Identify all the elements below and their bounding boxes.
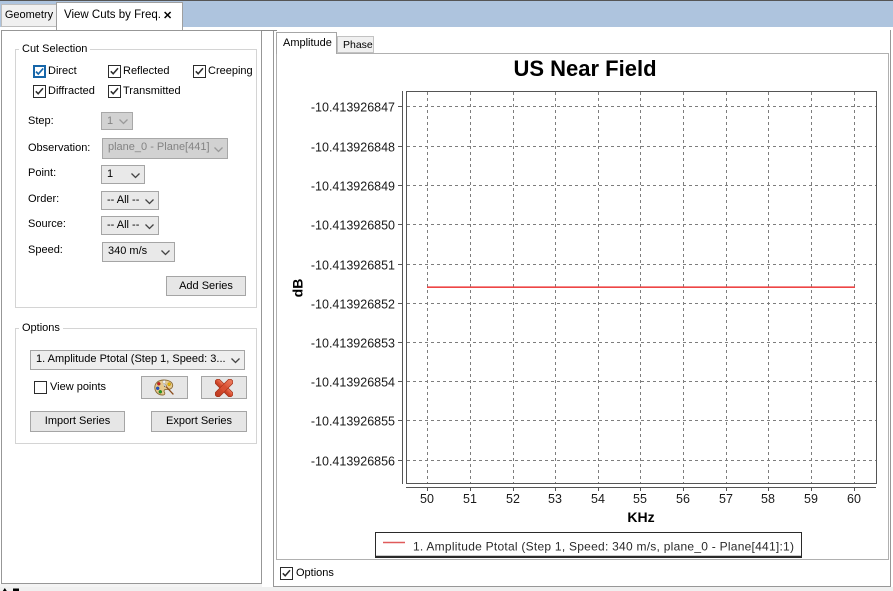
- svg-text:56: 56: [676, 492, 690, 506]
- svg-text:60: 60: [847, 492, 861, 506]
- svg-text:52: 52: [506, 492, 520, 506]
- svg-text:US Near Field: US Near Field: [513, 56, 656, 81]
- svg-text:-10.413926849: -10.413926849: [311, 180, 395, 194]
- svg-text:-10.413926851: -10.413926851: [311, 259, 395, 273]
- svg-text:58: 58: [761, 492, 775, 506]
- svg-text:-10.413926854: -10.413926854: [311, 376, 395, 390]
- svg-text:-10.413926853: -10.413926853: [311, 337, 395, 351]
- svg-text:-10.413926850: -10.413926850: [311, 219, 395, 233]
- svg-text:-10.413926855: -10.413926855: [311, 415, 395, 429]
- svg-text:-10.413926848: -10.413926848: [311, 141, 395, 155]
- svg-text:-10.413926852: -10.413926852: [311, 298, 395, 312]
- svg-text:54: 54: [591, 492, 605, 506]
- svg-text:-10.413926856: -10.413926856: [311, 455, 395, 469]
- svg-text:53: 53: [548, 492, 562, 506]
- svg-text:55: 55: [633, 492, 647, 506]
- svg-text:1. Amplitude Ptotal (Step 1, S: 1. Amplitude Ptotal (Step 1, Speed: 340 …: [413, 540, 794, 554]
- svg-text:51: 51: [463, 492, 477, 506]
- svg-text:dB: dB: [290, 279, 306, 298]
- svg-text:59: 59: [804, 492, 818, 506]
- svg-text:KHz: KHz: [627, 509, 654, 525]
- svg-text:-10.413926847: -10.413926847: [311, 101, 395, 115]
- svg-text:50: 50: [420, 492, 434, 506]
- svg-text:57: 57: [719, 492, 733, 506]
